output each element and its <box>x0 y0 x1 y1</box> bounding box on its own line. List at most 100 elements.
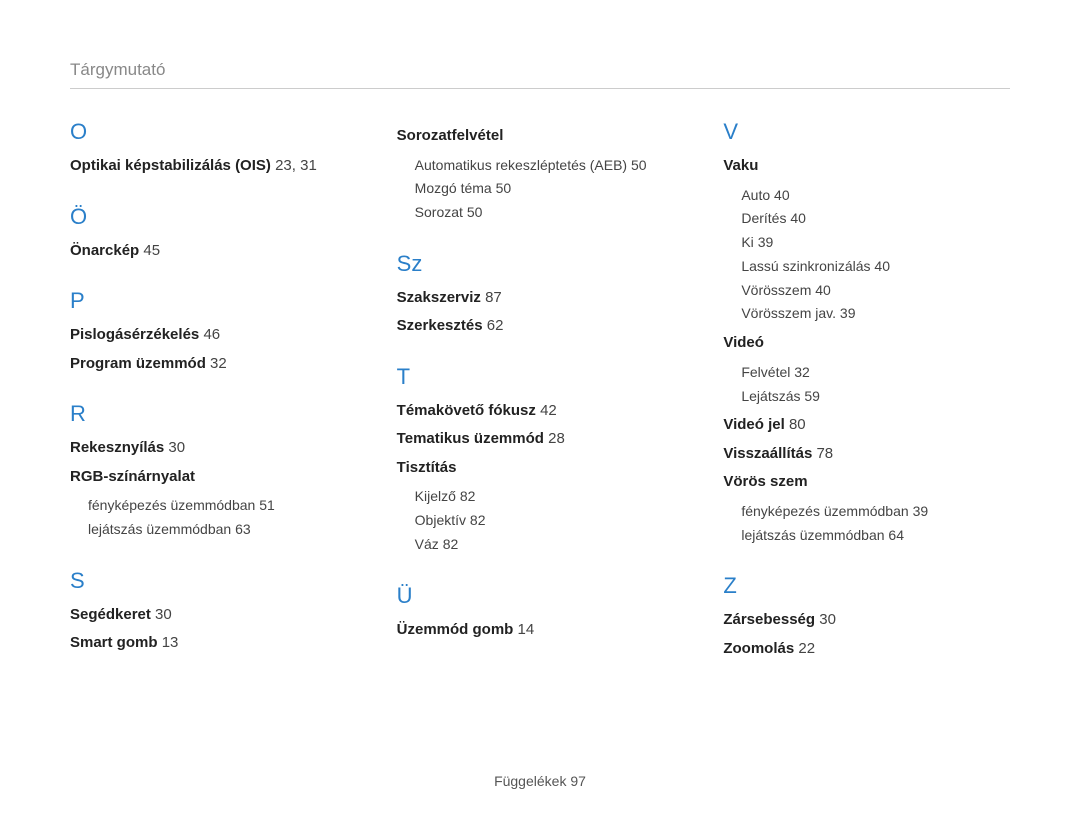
index-subentry: Auto 40 <box>741 184 1010 208</box>
index-entry: Program üzemmód 32 <box>70 353 357 376</box>
index-subentry: Objektív 82 <box>415 509 684 533</box>
entry-pages: 45 <box>143 242 160 259</box>
entry-pages: 22 <box>798 640 815 657</box>
index-letter: S <box>70 568 357 594</box>
index-entry: Optikai képstabilizálás (OIS) 23, 31 <box>70 155 357 178</box>
index-entry: Zársebesség 30 <box>723 609 1010 632</box>
index-subentry: Sorozat 50 <box>415 201 684 225</box>
footer-label: Függelékek <box>494 773 566 789</box>
entry-term: Videó jel <box>723 416 784 433</box>
index-subentry: fényképezés üzemmódban 51 <box>88 494 357 518</box>
subentry-pages: 82 <box>460 488 476 504</box>
entry-term: Rekesznyílás <box>70 439 164 456</box>
entry-term: Smart gomb <box>70 634 158 651</box>
index-letter: Z <box>723 573 1010 599</box>
index-letter: T <box>397 364 684 390</box>
entry-term: Sorozatfelvétel <box>397 127 504 144</box>
entry-term: Segédkeret <box>70 606 151 623</box>
entry-pages: 13 <box>162 634 179 651</box>
index-letter: R <box>70 401 357 427</box>
subentry-term: Sorozat <box>415 204 463 220</box>
entry-term: Szakszerviz <box>397 289 481 306</box>
subentry-term: Ki <box>741 234 753 250</box>
entry-term: Vörös szem <box>723 473 807 490</box>
index-letter: Ö <box>70 204 357 230</box>
index-subentry: Automatikus rekeszléptetés (AEB) 50 <box>415 154 684 178</box>
index-entry: Szerkesztés 62 <box>397 315 684 338</box>
index-subentry: Vörösszem 40 <box>741 279 1010 303</box>
index-subentry: Mozgó téma 50 <box>415 177 684 201</box>
entry-pages: 30 <box>155 606 172 623</box>
entry-term: Vaku <box>723 157 758 174</box>
index-letter: V <box>723 119 1010 145</box>
entry-term: Pislogásérzékelés <box>70 326 199 343</box>
subentry-pages: 40 <box>790 210 806 226</box>
subentry-pages: 32 <box>794 364 810 380</box>
index-subentry: Lassú szinkronizálás 40 <box>741 255 1010 279</box>
entry-pages: 30 <box>819 611 836 628</box>
index-column: Sorozatfelvétel Automatikus rekeszlépteté… <box>397 119 684 666</box>
index-entry: Önarckép 45 <box>70 240 357 263</box>
subentry-term: fényképezés üzemmódban <box>741 503 908 519</box>
entry-term: Visszaállítás <box>723 445 812 462</box>
subentry-pages: 63 <box>235 521 251 537</box>
subentry-term: Derítés <box>741 210 786 226</box>
entry-term: Témakövető fókusz <box>397 402 536 419</box>
subentry-pages: 59 <box>804 388 820 404</box>
subentry-term: Vörösszem <box>741 282 811 298</box>
entry-term: Zársebesség <box>723 611 815 628</box>
subentry-term: lejátszás üzemmódban <box>741 527 884 543</box>
entry-pages: 28 <box>548 430 565 447</box>
entry-pages: 42 <box>540 402 557 419</box>
entry-pages: 23, 31 <box>275 157 317 174</box>
entry-pages: 14 <box>518 621 535 638</box>
subentry-pages: 39 <box>758 234 774 250</box>
entry-term: Üzemmód gomb <box>397 621 514 638</box>
index-entry: RGB-színárnyalat <box>70 466 357 489</box>
index-subentry: lejátszás üzemmódban 63 <box>88 518 357 542</box>
index-subentry: Derítés 40 <box>741 207 1010 231</box>
entry-pages: 62 <box>487 317 504 334</box>
index-subentry: fényképezés üzemmódban 39 <box>741 500 1010 524</box>
subentry-pages: 40 <box>815 282 831 298</box>
index-subentry: Ki 39 <box>741 231 1010 255</box>
subentry-pages: 40 <box>874 258 890 274</box>
subentry-term: Mozgó téma <box>415 180 492 196</box>
index-entry: Pislogásérzékelés 46 <box>70 324 357 347</box>
subentry-term: Felvétel <box>741 364 790 380</box>
entry-term: RGB-színárnyalat <box>70 468 195 485</box>
index-entry: Smart gomb 13 <box>70 632 357 655</box>
index-entry: Sorozatfelvétel <box>397 125 684 148</box>
index-letter: Sz <box>397 251 684 277</box>
subentry-term: lejátszás üzemmódban <box>88 521 231 537</box>
subentry-pages: 50 <box>496 180 512 196</box>
subentry-pages: 64 <box>888 527 904 543</box>
index-subentry: Vörösszem jav. 39 <box>741 302 1010 326</box>
entry-term: Optikai képstabilizálás (OIS) <box>70 157 271 174</box>
divider <box>70 88 1010 89</box>
subentry-pages: 82 <box>470 512 486 528</box>
index-column: O Optikai képstabilizálás (OIS) 23, 31 Ö Ön… <box>70 119 357 666</box>
entry-term: Zoomolás <box>723 640 794 657</box>
entry-term: Tisztítás <box>397 459 457 476</box>
entry-term: Önarckép <box>70 242 139 259</box>
subentry-pages: 39 <box>913 503 929 519</box>
page-footer: Függelékek 97 <box>0 773 1080 789</box>
entry-pages: 32 <box>210 355 227 372</box>
subentry-term: Objektív <box>415 512 466 528</box>
index-letter: P <box>70 288 357 314</box>
index-entry: Témakövető fókusz 42 <box>397 400 684 423</box>
index-entry: Visszaállítás 78 <box>723 443 1010 466</box>
subentry-term: Lejátszás <box>741 388 800 404</box>
index-column: VVakuAuto 40Derítés 40Ki 39Lassú szinkro… <box>723 119 1010 666</box>
subentry-term: Vörösszem jav. <box>741 305 836 321</box>
subentry-term: Automatikus rekeszléptetés (AEB) <box>415 157 627 173</box>
index-letter: O <box>70 119 357 145</box>
entry-term: Szerkesztés <box>397 317 483 334</box>
subentry-term: Lassú szinkronizálás <box>741 258 870 274</box>
subentry-pages: 40 <box>774 187 790 203</box>
subentry-pages: 51 <box>259 497 275 513</box>
index-letter: Ü <box>397 583 684 609</box>
index-entry: Rekesznyílás 30 <box>70 437 357 460</box>
index-subentry: Lejátszás 59 <box>741 385 1010 409</box>
